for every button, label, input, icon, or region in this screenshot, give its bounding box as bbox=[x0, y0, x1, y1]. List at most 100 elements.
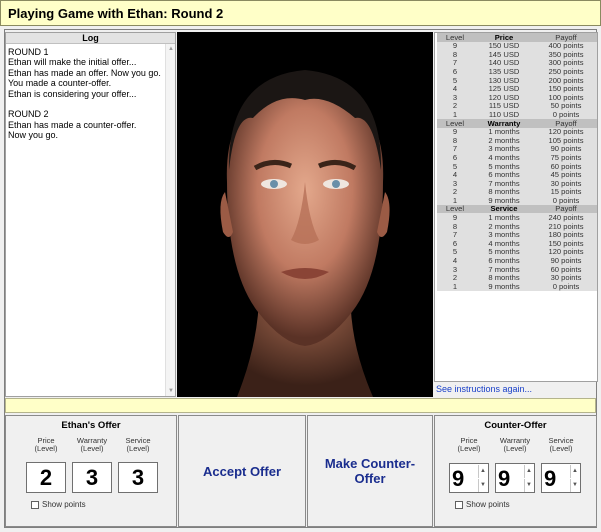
table-cell: 135 USD bbox=[473, 67, 535, 76]
warranty-level-label: Warranty (Level) bbox=[499, 436, 531, 453]
face-icon bbox=[220, 70, 390, 397]
table-cell: 4 bbox=[437, 84, 473, 94]
service-level-value: 3 bbox=[118, 462, 158, 493]
table-row: 28 months 15 points bbox=[437, 187, 597, 197]
table-cell: 120 points bbox=[535, 127, 597, 137]
table-cell: 1 bbox=[437, 282, 473, 291]
show-points-label: Show points bbox=[42, 500, 86, 509]
show-points-label: Show points bbox=[466, 500, 510, 509]
table-row: 9 150 USD 400 points bbox=[437, 41, 597, 51]
make-counter-offer-button[interactable]: Make Counter-Offer bbox=[307, 415, 433, 527]
table-cell: 150 points bbox=[535, 84, 597, 94]
price-table: Level Price Payoff 9 150 USD 400 points 8 14… bbox=[437, 33, 597, 119]
table-cell: 180 points bbox=[535, 230, 597, 240]
table-row: 91 months 240 points bbox=[437, 213, 597, 223]
checkbox-icon[interactable] bbox=[31, 500, 39, 509]
warranty-level-value: 3 bbox=[72, 462, 112, 493]
log-panel: Log ROUND 1 Ethan will make the initial … bbox=[5, 32, 176, 397]
table-cell: 9 bbox=[437, 41, 473, 51]
opponent-avatar bbox=[177, 32, 433, 397]
table-cell: 240 points bbox=[535, 213, 597, 223]
stepper-down-icon[interactable]: ▼ bbox=[570, 479, 579, 492]
status-bar bbox=[5, 398, 596, 413]
warranty-level-stepper[interactable]: 9 ▲ ▼ bbox=[495, 463, 535, 493]
table-cell: 9 months bbox=[473, 282, 535, 291]
warranty-level-label: Warranty (Level) bbox=[76, 436, 108, 453]
table-cell: 2 bbox=[437, 273, 473, 283]
table-cell: 90 points bbox=[535, 256, 597, 266]
service-level-label: Service (Level) bbox=[125, 436, 151, 453]
price-level-stepper[interactable]: 9 ▲ ▼ bbox=[449, 463, 489, 493]
price-level-label: Price (Level) bbox=[34, 436, 58, 453]
table-cell: 30 points bbox=[535, 273, 597, 283]
price-level-label: Price (Level) bbox=[457, 436, 481, 453]
show-points-checkbox[interactable]: Show points bbox=[455, 500, 510, 509]
scroll-up-arrow-icon[interactable]: ▲ bbox=[167, 45, 175, 53]
table-row: 28 months 30 points bbox=[437, 273, 597, 283]
checkbox-icon[interactable] bbox=[455, 500, 463, 509]
table-cell: 8 months bbox=[473, 273, 535, 283]
instructions-link[interactable]: See instructions again... bbox=[436, 384, 532, 394]
stepper-up-icon[interactable]: ▲ bbox=[478, 465, 487, 478]
counter-offer-panel: Counter-Offer Price (Level) Warranty (Le… bbox=[434, 415, 597, 527]
panel-title: Ethan's Offer bbox=[61, 420, 121, 431]
service-table: Level Service Payoff 91 months 240 points… bbox=[437, 204, 597, 291]
table-cell: 1 bbox=[437, 110, 473, 119]
make-counter-offer-label: Make Counter-Offer bbox=[324, 456, 416, 486]
stepper-value: 9 bbox=[452, 466, 465, 491]
log-title: Log bbox=[6, 33, 175, 44]
table-row: 73 months 180 points bbox=[437, 230, 597, 240]
table-cell: 400 points bbox=[535, 41, 597, 51]
table-cell: 0 points bbox=[535, 282, 597, 291]
stepper-up-icon[interactable]: ▲ bbox=[524, 465, 533, 478]
accept-offer-button[interactable]: Accept Offer bbox=[178, 415, 306, 527]
log-text: ROUND 1 Ethan will make the initial offe… bbox=[8, 47, 161, 141]
table-row: 91 months 120 points bbox=[437, 127, 597, 137]
table-cell: 4 bbox=[437, 256, 473, 266]
show-points-checkbox[interactable]: Show points bbox=[31, 500, 86, 509]
stepper-value: 9 bbox=[544, 466, 557, 491]
table-cell: 125 USD bbox=[473, 84, 535, 94]
stepper-up-icon[interactable]: ▲ bbox=[570, 465, 579, 478]
payoff-tables: Level Price Payoff 9 150 USD 400 points 8 14… bbox=[434, 32, 598, 382]
table-row: 19 months 0 points bbox=[437, 282, 597, 291]
stepper-down-icon[interactable]: ▼ bbox=[478, 479, 487, 492]
table-cell: 15 points bbox=[535, 187, 597, 197]
table-cell: 1 months bbox=[473, 127, 535, 137]
panel-title: Counter-Offer bbox=[484, 420, 547, 431]
table-cell: 1 months bbox=[473, 213, 535, 223]
table-cell: 7 bbox=[437, 230, 473, 240]
table-row: 4 125 USD 150 points bbox=[437, 84, 597, 94]
table-cell: 150 USD bbox=[473, 41, 535, 51]
ethan-offer-panel: Ethan's Offer Price (Level) Warranty (Le… bbox=[5, 415, 177, 527]
window-title: Playing Game with Ethan: Round 2 bbox=[8, 6, 224, 21]
table-cell: 6 bbox=[437, 153, 473, 162]
scroll-down-arrow-icon[interactable]: ▼ bbox=[167, 387, 175, 395]
table-cell: 250 points bbox=[535, 67, 597, 76]
table-cell: 6 months bbox=[473, 256, 535, 266]
table-cell: 75 points bbox=[535, 153, 597, 162]
table-cell: 4 months bbox=[473, 153, 535, 162]
service-level-label: Service (Level) bbox=[548, 436, 574, 453]
table-cell: 8 months bbox=[473, 187, 535, 197]
stepper-value: 9 bbox=[498, 466, 511, 491]
warranty-table: Level Warranty Payoff 91 months 120 point… bbox=[437, 118, 597, 205]
table-cell: 6 months bbox=[473, 170, 535, 180]
table-row: 46 months 45 points bbox=[437, 170, 597, 180]
table-row: 1 110 USD 0 points bbox=[437, 110, 597, 119]
table-row: 64 months 75 points bbox=[437, 153, 597, 162]
table-cell: 4 bbox=[437, 170, 473, 180]
table-row: 46 months 90 points bbox=[437, 256, 597, 266]
log-scrollbar[interactable]: ▲ ▼ bbox=[165, 44, 175, 396]
table-row: 6 135 USD 250 points bbox=[437, 67, 597, 76]
price-level-value: 2 bbox=[26, 462, 66, 493]
table-cell: 3 months bbox=[473, 230, 535, 240]
table-cell: 0 points bbox=[535, 110, 597, 119]
stepper-down-icon[interactable]: ▼ bbox=[524, 479, 533, 492]
table-cell: 110 USD bbox=[473, 110, 535, 119]
service-level-stepper[interactable]: 9 ▲ ▼ bbox=[541, 463, 581, 493]
table-cell: 9 bbox=[437, 213, 473, 223]
window-titlebar: Playing Game with Ethan: Round 2 bbox=[0, 0, 601, 26]
table-cell: 2 bbox=[437, 187, 473, 197]
table-cell: 45 points bbox=[535, 170, 597, 180]
